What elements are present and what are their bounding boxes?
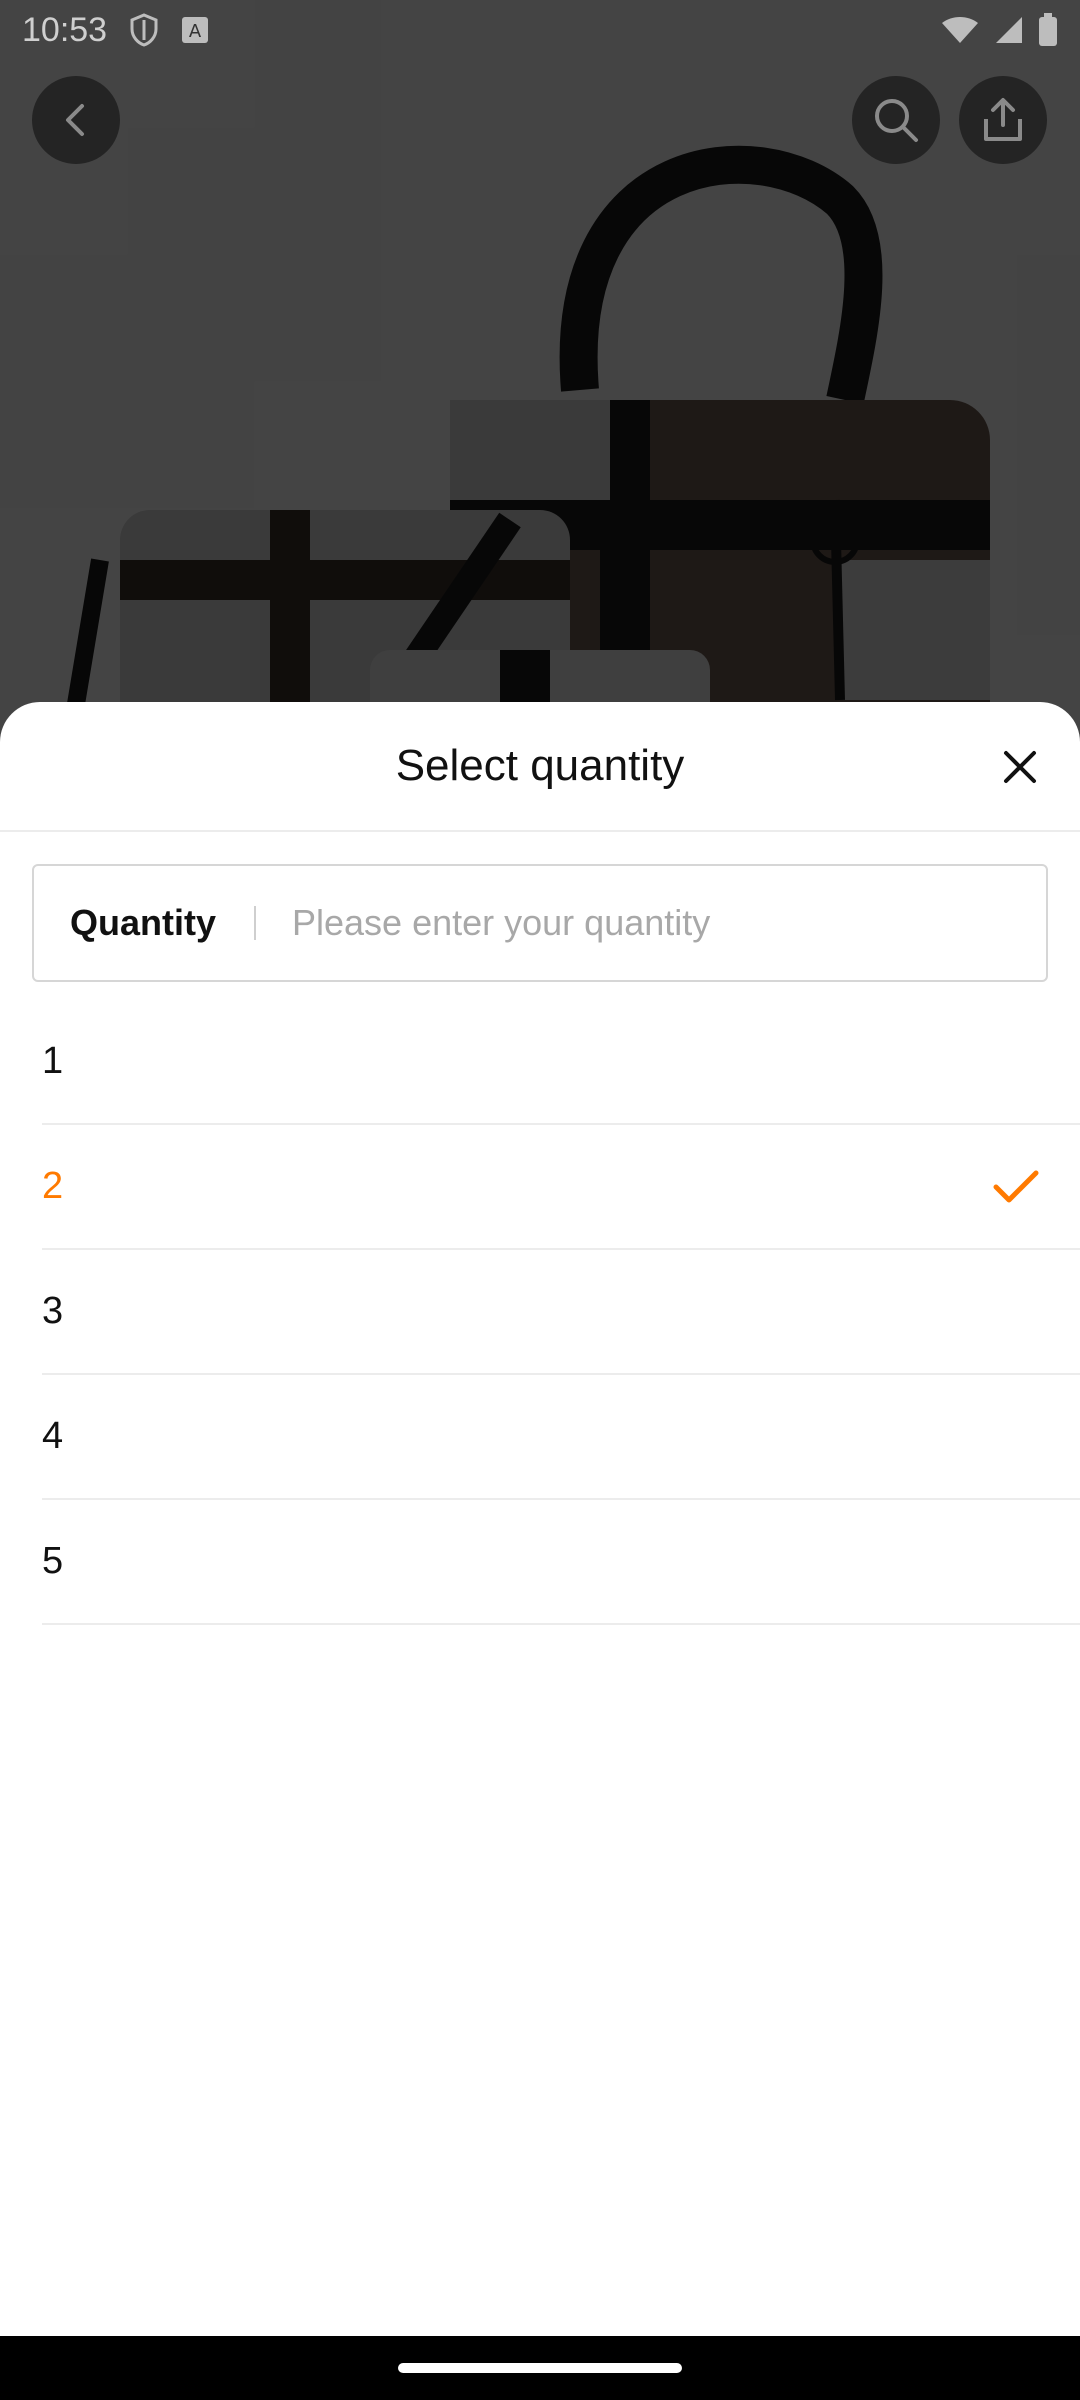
share-button[interactable] <box>959 76 1047 164</box>
search-button[interactable] <box>852 76 940 164</box>
sheet-title: Select quantity <box>395 741 685 790</box>
status-time: 10:53 <box>22 10 108 49</box>
option-label: 2 <box>42 1165 64 1207</box>
notification-a-icon: A <box>181 16 209 44</box>
wifi-icon <box>940 15 980 45</box>
back-button[interactable] <box>32 76 120 164</box>
close-button[interactable] <box>990 737 1050 797</box>
signal-icon <box>994 15 1024 45</box>
app-screen: 10:53 A Select quantity Quantity Please … <box>0 0 1080 2400</box>
checkmark-icon <box>993 1170 1039 1202</box>
system-nav-bar <box>0 2336 1080 2400</box>
back-arrow-icon <box>66 104 84 136</box>
svg-text:A: A <box>189 21 202 42</box>
option-label: 4 <box>42 1415 64 1457</box>
home-gesture-handle[interactable] <box>398 2363 682 2373</box>
sheet-header: Select quantity <box>0 702 1080 832</box>
share-icon <box>984 98 1022 141</box>
option-label: 1 <box>42 1040 64 1082</box>
quantity-input[interactable] <box>256 866 1016 980</box>
battery-icon <box>1038 13 1058 47</box>
close-icon <box>1004 751 1036 783</box>
quantity-option-3[interactable]: 3 <box>42 1250 1080 1375</box>
shield-icon <box>129 13 159 47</box>
quantity-option-1[interactable]: 1 <box>42 1000 1080 1125</box>
option-label: 5 <box>42 1540 64 1582</box>
option-label: 3 <box>42 1290 64 1332</box>
quantity-options-list: 1 2 3 4 5 <box>42 1000 1080 1625</box>
search-icon <box>875 99 918 142</box>
status-bar: 10:53 A <box>0 0 1080 60</box>
quantity-option-5[interactable]: 5 <box>42 1500 1080 1625</box>
quantity-field[interactable]: Quantity <box>32 864 1048 982</box>
quantity-sheet: Select quantity Quantity 1 2 3 4 <box>0 702 1080 2336</box>
quantity-option-4[interactable]: 4 <box>42 1375 1080 1500</box>
quantity-option-2[interactable]: 2 <box>42 1125 1080 1250</box>
quantity-label: Quantity <box>70 902 217 943</box>
